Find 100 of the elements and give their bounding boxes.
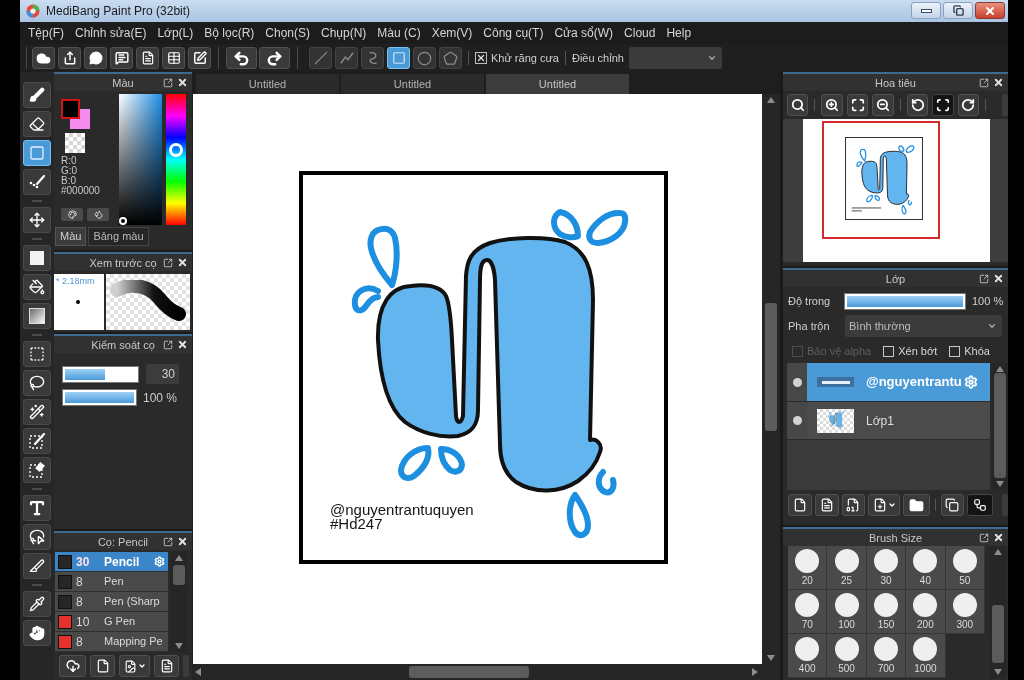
- rotate-right-button[interactable]: [957, 93, 980, 116]
- upload-button[interactable]: [58, 47, 81, 69]
- scrollbar[interactable]: [192, 664, 780, 680]
- brush-item[interactable]: 8 Pen: [55, 572, 168, 592]
- gear-icon[interactable]: [154, 556, 165, 567]
- page-button[interactable]: [136, 47, 159, 69]
- brush-size-cell[interactable]: 300: [945, 590, 985, 634]
- close-icon[interactable]: [177, 257, 188, 268]
- select-eraser-tool[interactable]: [23, 457, 51, 483]
- scrollbar-thumb[interactable]: [409, 666, 529, 678]
- duplicate-layer-button[interactable]: [940, 494, 965, 516]
- brush-item[interactable]: 10 G Pen: [55, 612, 168, 632]
- menu-item[interactable]: Chụp(N): [321, 24, 367, 42]
- brush-size-cell[interactable]: 30: [866, 546, 907, 590]
- edit-button[interactable]: [188, 47, 211, 69]
- menu-item[interactable]: Tệp(F): [28, 24, 64, 42]
- brush-size-cell[interactable]: 400: [788, 634, 828, 678]
- slider-fill[interactable]: [65, 368, 105, 380]
- menu-item[interactable]: Công cụ(T): [483, 24, 544, 42]
- folder-button[interactable]: [902, 494, 930, 516]
- gear-icon[interactable]: [963, 375, 978, 389]
- brush-size-cell[interactable]: 40: [906, 546, 946, 590]
- curve-tool[interactable]: [361, 47, 384, 69]
- color-tab[interactable]: Bảng màu: [88, 227, 149, 246]
- brush-size-cell[interactable]: 25: [827, 546, 867, 590]
- scroll-down-icon[interactable]: [174, 643, 183, 649]
- brush-size-cell[interactable]: 70: [788, 590, 828, 634]
- brush-tool[interactable]: [23, 82, 51, 108]
- picker-cursor-icon[interactable]: [119, 217, 127, 225]
- close-icon[interactable]: [177, 339, 188, 350]
- brush-size-cell[interactable]: 150: [866, 590, 907, 634]
- eyedropper-tool[interactable]: [23, 591, 51, 617]
- magic-wand-tool[interactable]: [23, 399, 51, 425]
- menu-item[interactable]: Xem(V): [431, 24, 473, 42]
- scroll-handle[interactable]: [1002, 494, 1008, 516]
- speech-bubble-button[interactable]: [84, 47, 107, 69]
- brush-size-cell[interactable]: 100: [827, 590, 867, 634]
- fit-button[interactable]: [846, 93, 869, 116]
- select-tool[interactable]: [23, 341, 51, 367]
- select-pen-tool[interactable]: [23, 428, 51, 454]
- operation-tool[interactable]: [23, 524, 51, 550]
- cloud-download-button[interactable]: [59, 655, 86, 677]
- comment-button[interactable]: [110, 47, 133, 69]
- close-icon[interactable]: [993, 273, 1004, 284]
- fill-tool[interactable]: [23, 245, 51, 271]
- layer-item[interactable]: Lớp1: [787, 402, 990, 440]
- new-layer-button[interactable]: [788, 494, 812, 516]
- brush-size-cell[interactable]: 200: [906, 590, 946, 634]
- eraser-tool[interactable]: [23, 111, 51, 137]
- blend-mode-dropdown[interactable]: Bình thường: [845, 315, 1002, 337]
- scrollbar-thumb[interactable]: [765, 303, 777, 431]
- brush-script-button[interactable]: [154, 655, 179, 677]
- dot-pen-tool[interactable]: [23, 169, 51, 195]
- close-icon[interactable]: [993, 532, 1004, 543]
- scrollbar[interactable]: [170, 552, 187, 652]
- scroll-left-icon[interactable]: [195, 668, 201, 676]
- detach-icon[interactable]: [163, 536, 173, 547]
- brush-size-cell[interactable]: 50: [945, 546, 985, 590]
- brush-item[interactable]: 8 Mapping Pe: [55, 632, 168, 652]
- brush-size-cell[interactable]: 700: [866, 634, 907, 678]
- palette-button[interactable]: [61, 208, 83, 221]
- ellipse-tool[interactable]: [413, 47, 436, 69]
- scrollbar[interactable]: [992, 363, 1008, 490]
- rotate-left-button[interactable]: [906, 93, 929, 116]
- merge-layer-button[interactable]: [967, 494, 994, 516]
- menu-item[interactable]: Màu (C): [377, 24, 421, 42]
- color-tab[interactable]: Màu: [55, 227, 87, 246]
- detach-icon[interactable]: [163, 339, 173, 350]
- scroll-handle[interactable]: [1002, 93, 1009, 116]
- saturation-value-picker[interactable]: [119, 94, 162, 225]
- brush-menu-button[interactable]: [119, 655, 150, 677]
- line-tool[interactable]: [309, 47, 332, 69]
- cloud-button[interactable]: [32, 47, 55, 69]
- size-value-field[interactable]: 30: [146, 364, 179, 384]
- menu-item[interactable]: Chọn(S): [265, 24, 310, 42]
- polygon-tool[interactable]: [439, 47, 462, 69]
- close-button[interactable]: [975, 2, 1005, 19]
- menu-item[interactable]: Cửa sổ(W): [554, 24, 614, 42]
- new-brush-button[interactable]: [90, 655, 115, 677]
- menu-item[interactable]: Lớp(L): [157, 24, 194, 42]
- document-tab[interactable]: Untitled: [341, 74, 484, 94]
- zoom-out-button[interactable]: [872, 93, 894, 116]
- color-swatch-icon[interactable]: [61, 99, 91, 130]
- detach-icon[interactable]: [163, 257, 173, 268]
- new-1bit-layer-button[interactable]: [841, 494, 866, 516]
- scrollbar[interactable]: [762, 94, 780, 664]
- antialias-checkbox[interactable]: [475, 52, 487, 64]
- document-tab[interactable]: Untitled: [486, 74, 629, 94]
- detach-icon[interactable]: [979, 273, 989, 284]
- brush-size-cell[interactable]: 1000: [906, 634, 946, 678]
- detach-icon[interactable]: [979, 77, 989, 88]
- brush-item[interactable]: 8 Pen (Sharp: [55, 592, 168, 612]
- scroll-down-icon[interactable]: [996, 481, 1004, 487]
- close-icon[interactable]: [177, 77, 188, 88]
- close-icon[interactable]: [993, 77, 1004, 88]
- table-button[interactable]: [162, 47, 185, 69]
- scroll-down-icon[interactable]: [994, 669, 1002, 675]
- transparent-swatch-icon[interactable]: [65, 133, 85, 153]
- restore-button[interactable]: [943, 2, 973, 19]
- scroll-up-icon[interactable]: [994, 549, 1002, 555]
